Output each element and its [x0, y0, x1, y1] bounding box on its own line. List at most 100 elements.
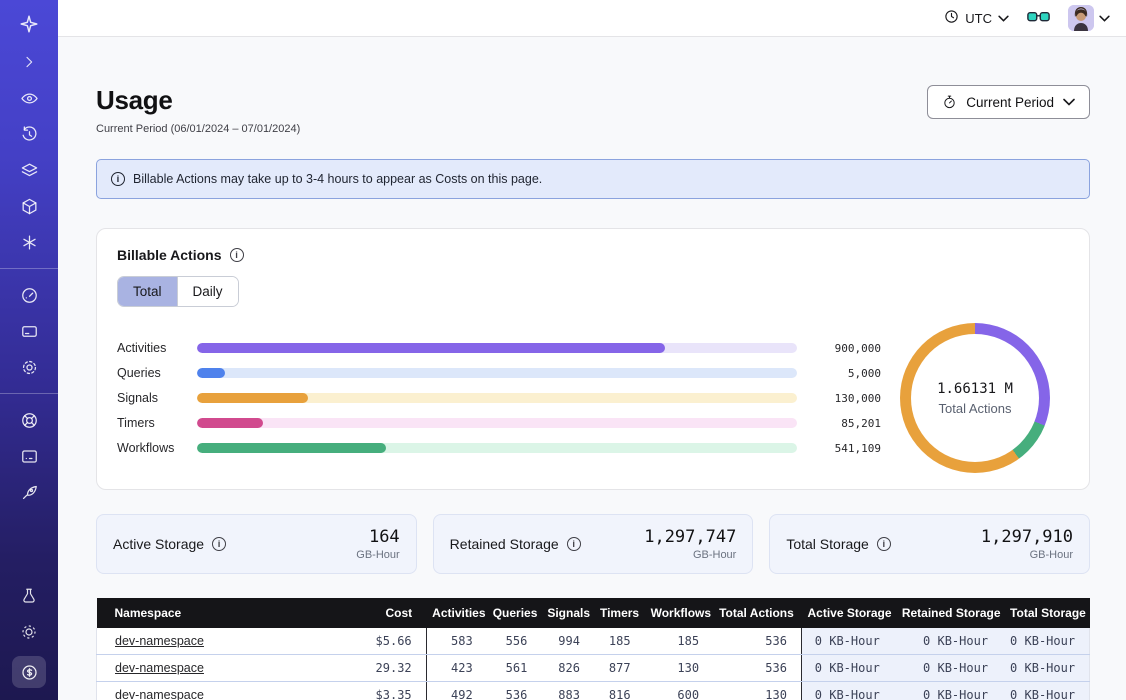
- tab-daily[interactable]: Daily: [177, 277, 238, 306]
- value-cell: $5.66: [344, 628, 426, 655]
- timezone-label: UTC: [965, 11, 992, 26]
- namespace-link[interactable]: dev-namespace: [115, 688, 204, 700]
- value-cell: 826: [541, 655, 594, 682]
- column-header-workflows: Workflows: [645, 598, 714, 628]
- bar-value: 85,201: [811, 417, 881, 430]
- bar-track: [197, 393, 797, 403]
- value-cell: 877: [594, 655, 645, 682]
- sidebar-divider: [0, 268, 58, 269]
- total-storage-card: Total Storage i 1,297,910 GB-Hour: [769, 514, 1090, 574]
- chevron-right-icon[interactable]: [17, 50, 41, 74]
- info-banner: i Billable Actions may take up to 3-4 ho…: [96, 159, 1090, 199]
- value-cell: 492: [426, 682, 487, 700]
- banner-text: Billable Actions may take up to 3-4 hour…: [133, 172, 542, 186]
- storage-cell: 0 KB-Hour: [1004, 682, 1089, 700]
- bar-row-timers: Timers85,201: [117, 411, 881, 436]
- info-icon[interactable]: i: [877, 537, 891, 551]
- bar-row-queries: Queries5,000: [117, 361, 881, 386]
- temporal-logo-icon[interactable]: [17, 12, 41, 36]
- topbar: UTC: [58, 0, 1126, 37]
- active-storage-unit: GB-Hour: [356, 549, 399, 561]
- namespace-usage-table: NamespaceCostActivitiesQueriesSignalsTim…: [96, 598, 1090, 700]
- bar-value: 541,109: [811, 442, 881, 455]
- retained-storage-card: Retained Storage i 1,297,747 GB-Hour: [433, 514, 754, 574]
- chevron-down-icon: [998, 15, 1009, 22]
- column-header-total-actions: Total Actions: [713, 598, 801, 628]
- usd-button[interactable]: [12, 656, 46, 688]
- bar-fill: [197, 418, 263, 428]
- clock-icon: [944, 9, 959, 27]
- storage-cell: 0 KB-Hour: [801, 655, 895, 682]
- total-actions-value: 1.66131 M: [937, 381, 1013, 397]
- bar-label: Signals: [117, 391, 197, 405]
- value-cell: $3.35: [344, 682, 426, 700]
- billable-actions-card: Billable Actions i Total Daily Activitie…: [96, 228, 1090, 490]
- column-header-timers: Timers: [594, 598, 645, 628]
- bar-row-activities: Activities900,000: [117, 336, 881, 361]
- billable-chart-area: Activities900,000Queries5,000 Signals 130,…: [117, 323, 1069, 473]
- column-header-queries: Queries: [487, 598, 542, 628]
- value-cell: 536: [487, 682, 542, 700]
- timezone-selector[interactable]: UTC: [944, 9, 1009, 27]
- column-header-total-storage: Total Storage: [1004, 598, 1089, 628]
- period-dropdown-button[interactable]: Current Period: [927, 85, 1090, 119]
- column-header-activities: Activities: [426, 598, 487, 628]
- namespace-link[interactable]: dev-namespace: [115, 634, 204, 648]
- billable-actions-title-row: Billable Actions i: [117, 247, 1069, 263]
- value-cell: 423: [426, 655, 487, 682]
- user-menu[interactable]: [1068, 5, 1110, 31]
- bar-track: [197, 343, 797, 353]
- column-header-namespace: Namespace: [97, 598, 344, 628]
- sun-icon[interactable]: [17, 620, 41, 644]
- flask-icon[interactable]: [17, 584, 41, 608]
- layers-icon[interactable]: [17, 158, 41, 182]
- total-actions-label: Total Actions: [939, 401, 1012, 416]
- info-icon[interactable]: i: [567, 537, 581, 551]
- bar-label: Workflows: [117, 441, 197, 455]
- bars-chart: Activities900,000Queries5,000 Signals 130,…: [117, 336, 881, 461]
- gear-icon[interactable]: [17, 355, 41, 379]
- glasses-icon[interactable]: [1027, 11, 1050, 25]
- gauge-icon[interactable]: [17, 283, 41, 307]
- info-icon[interactable]: i: [212, 537, 226, 551]
- eye-icon[interactable]: [17, 86, 41, 110]
- bar-row-workflows: Workflows 541,109: [117, 436, 881, 461]
- history-icon[interactable]: [17, 122, 41, 146]
- storage-cell: 0 KB-Hour: [1004, 655, 1089, 682]
- value-cell: 883: [541, 682, 594, 700]
- donut-chart: 1.66131 M Total Actions: [881, 323, 1069, 473]
- bar-fill: [197, 368, 225, 378]
- value-cell: 561: [487, 655, 542, 682]
- namespace-cell: dev-namespace: [97, 682, 344, 700]
- lifebuoy-icon[interactable]: [17, 408, 41, 432]
- bar-label: Queries: [117, 366, 197, 380]
- bar-value: 130,000: [811, 392, 881, 405]
- cube-icon[interactable]: [17, 194, 41, 218]
- value-cell: 29.32: [344, 655, 426, 682]
- value-cell: 185: [594, 628, 645, 655]
- info-icon[interactable]: i: [230, 248, 244, 262]
- namespace-link[interactable]: dev-namespace: [115, 661, 204, 675]
- value-cell: 536: [713, 628, 801, 655]
- namespace-cell: dev-namespace: [97, 655, 344, 682]
- asterisk-icon[interactable]: [17, 230, 41, 254]
- chevron-down-icon: [1099, 15, 1110, 22]
- page-title: Usage: [96, 85, 300, 116]
- table-header: NamespaceCostActivitiesQueriesSignalsTim…: [97, 598, 1090, 628]
- main: UTC Usage Current Period (06/01/2024 – 0…: [58, 0, 1126, 700]
- card-icon[interactable]: [17, 319, 41, 343]
- active-storage-value: 164: [356, 527, 399, 547]
- rocket-icon[interactable]: [17, 480, 41, 504]
- column-header-signals: Signals: [541, 598, 594, 628]
- namespace-cell: dev-namespace: [97, 628, 344, 655]
- retained-storage-label: Retained Storage: [450, 536, 559, 552]
- storage-cell: 0 KB-Hour: [801, 628, 895, 655]
- value-cell: 583: [426, 628, 487, 655]
- bar-track: [197, 418, 797, 428]
- storage-cards-row: Active Storage i 164 GB-Hour Retained St…: [96, 514, 1090, 574]
- donut-ring: 1.66131 M Total Actions: [900, 323, 1050, 473]
- storage-cell: 0 KB-Hour: [801, 682, 895, 700]
- bar-value: 900,000: [811, 342, 881, 355]
- tab-total[interactable]: Total: [118, 277, 177, 306]
- monitor-icon[interactable]: [17, 444, 41, 468]
